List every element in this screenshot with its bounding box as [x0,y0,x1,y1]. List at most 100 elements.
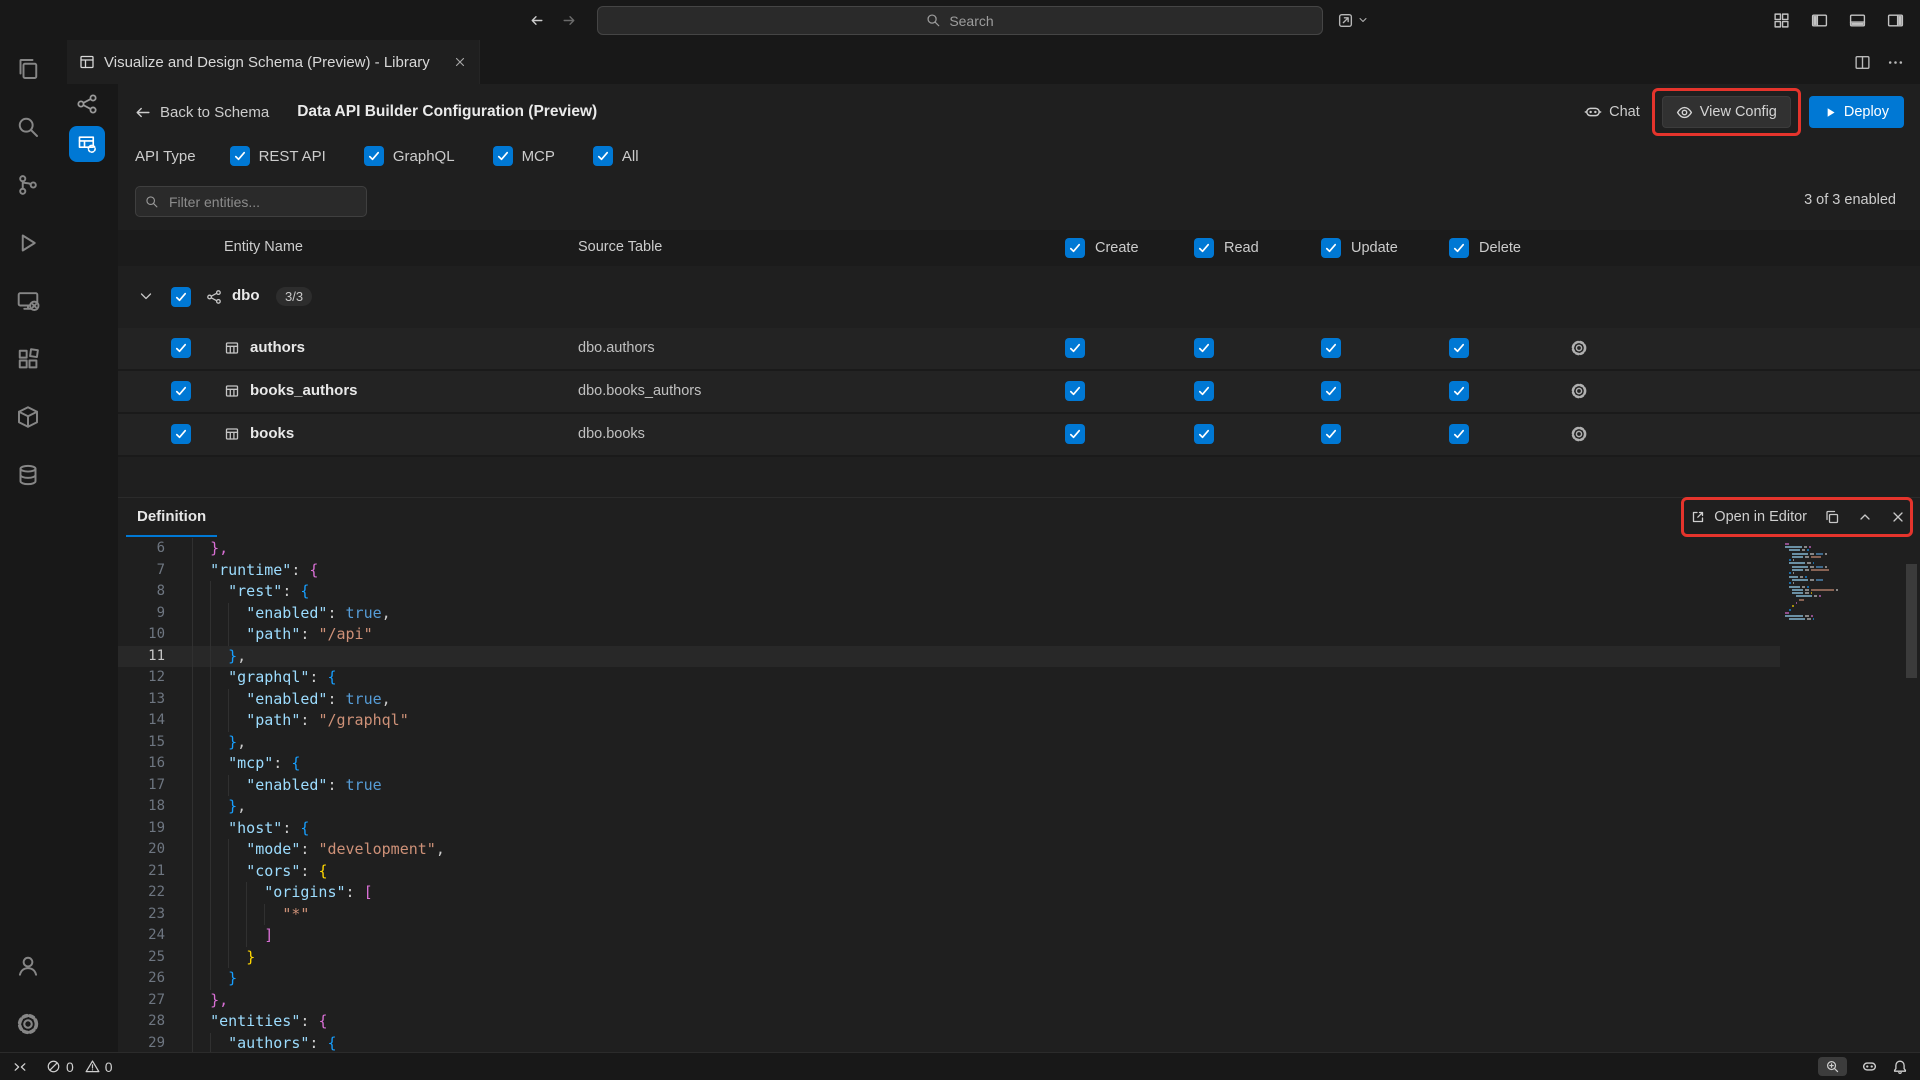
copilot-status-icon[interactable] [1861,1058,1878,1075]
visualize-schema-icon[interactable] [56,84,118,124]
chat-button[interactable]: Chat [1576,97,1648,127]
row-settings-icon[interactable] [1570,382,1588,400]
api-type-option-graphql[interactable]: GraphQL [364,146,455,166]
code-line-27[interactable]: 27 }, [118,990,1780,1012]
command-center-search[interactable]: Search [597,6,1323,35]
row-settings-icon[interactable] [1570,425,1588,443]
code-line-9[interactable]: 9 "enabled": true, [118,603,1780,625]
code-line-25[interactable]: 25 } [118,947,1780,969]
delete-checkbox[interactable] [1449,338,1469,358]
table-row[interactable]: books dbo.books [118,414,1920,457]
database-cube-icon[interactable] [0,388,56,446]
bell-icon[interactable] [1892,1059,1908,1075]
entity-filter-input[interactable] [167,193,331,211]
toggle-panel-icon[interactable] [1844,7,1870,33]
api-type-checkbox[interactable] [593,146,613,166]
update-checkbox[interactable] [1321,338,1341,358]
table-row[interactable]: authors dbo.authors [118,328,1920,371]
api-type-checkbox[interactable] [493,146,513,166]
delete-checkbox[interactable] [1449,424,1469,444]
editor-scrollbar[interactable] [1906,564,1917,678]
back-to-schema-link[interactable]: Back to Schema [134,104,269,121]
entity-filter[interactable] [135,186,367,217]
copy-icon[interactable] [1824,509,1840,525]
deploy-button[interactable]: Deploy [1809,96,1904,128]
row-checkbox[interactable] [171,424,191,444]
settings-gear-icon[interactable] [0,995,56,1053]
code-line-21[interactable]: 21 "cors": { [118,861,1780,883]
update-checkbox[interactable] [1321,424,1341,444]
problems-indicator[interactable]: 0 0 [46,1059,113,1075]
select-all-delete-checkbox[interactable] [1449,238,1469,258]
code-line-7[interactable]: 7 "runtime": { [118,560,1780,582]
code-line-18[interactable]: 18 }, [118,796,1780,818]
close-icon[interactable] [453,55,467,69]
code-line-8[interactable]: 8 "rest": { [118,581,1780,603]
account-icon[interactable] [0,937,56,995]
api-type-checkbox[interactable] [364,146,384,166]
more-actions-icon[interactable] [1887,54,1904,71]
code-line-6[interactable]: 6 }, [118,538,1780,560]
code-line-29[interactable]: 29 "authors": { [118,1033,1780,1054]
code-line-11[interactable]: 11 }, [118,646,1780,668]
read-checkbox[interactable] [1194,381,1214,401]
select-all-create-checkbox[interactable] [1065,238,1085,258]
remote-explorer-icon[interactable] [0,272,56,330]
design-schema-tab[interactable] [56,124,118,164]
code-line-12[interactable]: 12 "graphql": { [118,667,1780,689]
row-checkbox[interactable] [171,381,191,401]
run-debug-icon[interactable] [0,214,56,272]
code-line-28[interactable]: 28 "entities": { [118,1011,1780,1033]
minimap[interactable] [1782,542,1900,621]
code-line-13[interactable]: 13 "enabled": true, [118,689,1780,711]
row-settings-icon[interactable] [1570,339,1588,357]
zoom-indicator[interactable] [1818,1057,1847,1076]
schema-group-row[interactable]: dbo 3/3 [118,276,1920,318]
explorer-icon[interactable] [0,40,56,98]
api-type-checkbox[interactable] [230,146,250,166]
code-line-14[interactable]: 14 "path": "/graphql" [118,710,1780,732]
open-in-editor-button[interactable]: Open in Editor [1690,509,1807,525]
code-line-22[interactable]: 22 "origins": [ [118,882,1780,904]
api-type-option-all[interactable]: All [593,146,639,166]
view-config-button[interactable]: View Config [1662,96,1791,128]
code-line-23[interactable]: 23 "*" [118,904,1780,926]
code-line-20[interactable]: 20 "mode": "development", [118,839,1780,861]
code-line-16[interactable]: 16 "mcp": { [118,753,1780,775]
layout-grid-icon[interactable] [1768,7,1794,33]
read-checkbox[interactable] [1194,424,1214,444]
search-icon[interactable] [0,98,56,156]
select-all-read-checkbox[interactable] [1194,238,1214,258]
close-icon[interactable] [1890,509,1906,525]
create-checkbox[interactable] [1065,381,1085,401]
split-editor-icon[interactable] [1854,54,1871,71]
row-checkbox[interactable] [171,338,191,358]
database-icon[interactable] [0,446,56,504]
code-line-19[interactable]: 19 "host": { [118,818,1780,840]
tab-visualize-design-schema[interactable]: Visualize and Design Schema (Preview) - … [67,40,480,84]
toggle-sidebar-icon[interactable] [1806,7,1832,33]
read-checkbox[interactable] [1194,338,1214,358]
code-line-24[interactable]: 24 ] [118,925,1780,947]
group-checkbox[interactable] [171,287,191,307]
delete-checkbox[interactable] [1449,381,1469,401]
chevron-up-icon[interactable] [1857,509,1873,525]
toggle-secondary-sidebar-icon[interactable] [1882,7,1908,33]
window-layout-dropdown[interactable] [1337,7,1369,33]
create-checkbox[interactable] [1065,424,1085,444]
code-line-26[interactable]: 26 } [118,968,1780,990]
code-line-17[interactable]: 17 "enabled": true [118,775,1780,797]
api-type-option-mcp[interactable]: MCP [493,146,555,166]
select-all-update-checkbox[interactable] [1321,238,1341,258]
table-row[interactable]: books_authors dbo.books_authors [118,371,1920,414]
create-checkbox[interactable] [1065,338,1085,358]
chevron-down-icon[interactable] [138,288,154,304]
api-type-option-rest-api[interactable]: REST API [230,146,326,166]
forward-arrow-icon[interactable] [561,12,578,29]
definition-editor[interactable]: 6 },7 "runtime": {8 "rest": {9 "enabled"… [118,536,1920,1053]
update-checkbox[interactable] [1321,381,1341,401]
panel-tab-definition[interactable]: Definition [126,497,217,537]
code-line-10[interactable]: 10 "path": "/api" [118,624,1780,646]
source-control-icon[interactable] [0,156,56,214]
back-arrow-icon[interactable] [528,12,545,29]
